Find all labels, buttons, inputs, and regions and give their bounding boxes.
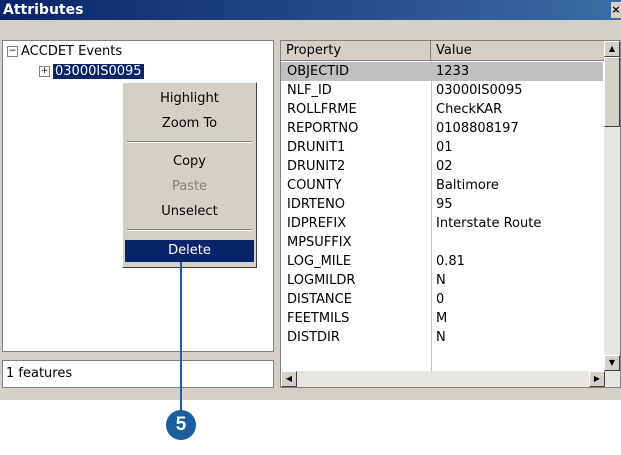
menu-item-paste: Paste bbox=[171, 179, 208, 194]
tree-child-label[interactable]: 03000IS0095 bbox=[53, 64, 144, 79]
value-cell: CheckKAR bbox=[436, 102, 503, 117]
table-row[interactable]: DISTDIR N bbox=[281, 328, 603, 347]
value-cell: 0.81 bbox=[436, 254, 465, 269]
scroll-right-icon[interactable]: ▶ bbox=[589, 371, 605, 387]
tree-child-item[interactable]: +03000IS0095 bbox=[39, 63, 144, 81]
context-menu: Highlight Zoom To Copy Paste Unselect De… bbox=[122, 82, 257, 268]
callout-leader-line bbox=[180, 262, 182, 410]
table-row[interactable]: IDRTENO 95 bbox=[281, 195, 603, 214]
step-callout: 5 bbox=[166, 410, 196, 440]
property-cell: FEETMILS bbox=[287, 311, 350, 326]
value-cell: 0108808197 bbox=[436, 121, 519, 136]
table-row[interactable]: DISTANCE 0 bbox=[281, 290, 603, 309]
menu-item-zoom-to[interactable]: Zoom To bbox=[125, 113, 254, 135]
tree-root-item[interactable]: − ACCDET Events bbox=[7, 43, 122, 61]
property-cell: MPSUFFIX bbox=[287, 235, 352, 250]
menu-separator bbox=[127, 141, 252, 143]
horizontal-scrollbar[interactable]: ◀ ▶ bbox=[281, 371, 620, 387]
menu-item-highlight[interactable]: Highlight bbox=[125, 88, 254, 110]
menu-item-unselect[interactable]: Unselect bbox=[125, 201, 254, 223]
property-cell: LOGMILDR bbox=[287, 273, 356, 288]
table-row[interactable]: LOG_MILE 0.81 bbox=[281, 252, 603, 271]
value-cell: N bbox=[436, 330, 446, 345]
value-cell: N bbox=[436, 273, 446, 288]
table-row[interactable]: LOGMILDR N bbox=[281, 271, 603, 290]
property-cell: ROLLFRME bbox=[287, 102, 357, 117]
menu-separator bbox=[127, 229, 252, 231]
table-row[interactable]: NLF_ID 03000IS0095 bbox=[281, 81, 603, 100]
collapse-icon[interactable]: − bbox=[7, 46, 18, 57]
table-row[interactable]: ROLLFRME CheckKAR bbox=[281, 100, 603, 119]
property-cell: DRUNIT2 bbox=[287, 159, 346, 174]
scroll-left-icon[interactable]: ◀ bbox=[281, 371, 297, 387]
column-header-property[interactable]: Property bbox=[281, 41, 431, 61]
value-cell: 01 bbox=[436, 140, 453, 155]
table-row[interactable]: OBJECTID 1233 bbox=[281, 62, 603, 81]
scroll-down-icon[interactable]: ▼ bbox=[604, 355, 620, 371]
table-row[interactable]: IDPREFIX Interstate Route bbox=[281, 214, 603, 233]
window-title-text: Attributes bbox=[3, 2, 84, 18]
table-row[interactable]: REPORTNO 0108808197 bbox=[281, 119, 603, 138]
property-cell: IDRTENO bbox=[287, 197, 346, 212]
expand-icon[interactable]: + bbox=[39, 66, 50, 77]
value-cell: 02 bbox=[436, 159, 453, 174]
value-cell: M bbox=[436, 311, 448, 326]
window-title: Attributes × bbox=[0, 0, 621, 20]
feature-count: 1 features bbox=[2, 360, 274, 388]
scroll-thumb[interactable] bbox=[604, 57, 620, 127]
property-cell: OBJECTID bbox=[287, 64, 350, 79]
table-row[interactable]: FEETMILS M bbox=[281, 309, 603, 328]
value-cell: 95 bbox=[436, 197, 453, 212]
property-cell: LOG_MILE bbox=[287, 254, 352, 269]
property-cell: DRUNIT1 bbox=[287, 140, 346, 155]
property-cell: IDPREFIX bbox=[287, 216, 347, 231]
attributes-window: Attributes × − ACCDET Events +03000IS0095… bbox=[0, 0, 621, 400]
table-row[interactable]: COUNTY Baltimore bbox=[281, 176, 603, 195]
close-icon[interactable]: × bbox=[611, 2, 621, 18]
value-cell: 1233 bbox=[436, 64, 470, 79]
menu-item-delete[interactable]: Delete bbox=[125, 240, 254, 262]
property-cell: DISTANCE bbox=[287, 292, 352, 307]
property-cell: NLF_ID bbox=[287, 83, 332, 98]
column-header-value[interactable]: Value bbox=[431, 41, 606, 61]
table-row[interactable]: DRUNIT2 02 bbox=[281, 157, 603, 176]
property-cell: REPORTNO bbox=[287, 121, 359, 136]
menu-item-copy[interactable]: Copy bbox=[125, 151, 254, 173]
table-row[interactable]: MPSUFFIX bbox=[281, 233, 603, 252]
scroll-up-icon[interactable]: ▲ bbox=[604, 41, 620, 57]
attribute-grid: Property Value OBJECTID 1233 NLF_ID 03000IS… bbox=[280, 40, 621, 388]
value-cell: 0 bbox=[436, 292, 445, 307]
property-cell: COUNTY bbox=[287, 178, 342, 193]
property-cell: DISTDIR bbox=[287, 330, 340, 345]
tree-root-label: ACCDET Events bbox=[21, 44, 123, 59]
value-cell: Interstate Route bbox=[436, 216, 542, 231]
table-row[interactable]: DRUNIT1 01 bbox=[281, 138, 603, 157]
vertical-scrollbar[interactable]: ▲ ▼ bbox=[604, 41, 620, 371]
value-cell: Baltimore bbox=[436, 178, 499, 193]
value-cell: 03000IS0095 bbox=[436, 83, 523, 98]
